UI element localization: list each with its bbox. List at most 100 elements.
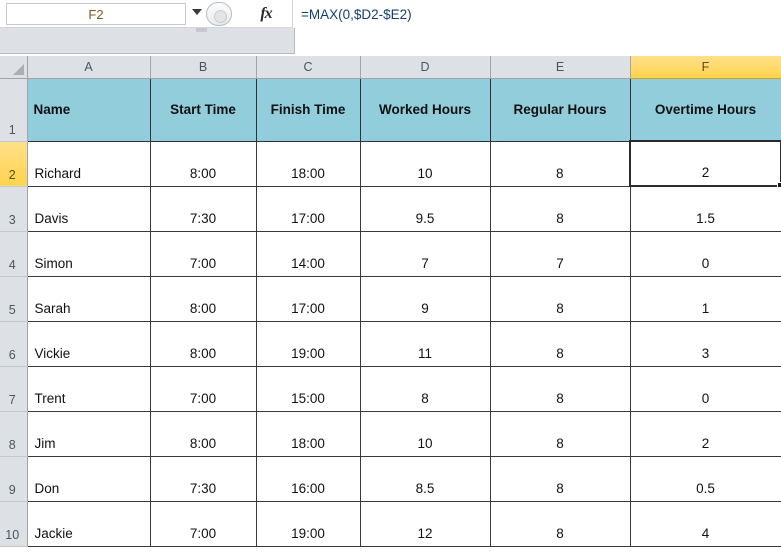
cell-b7[interactable]: 7:00 (149, 365, 257, 412)
fx-icon[interactable]: fx (260, 5, 272, 23)
column-title-worked-hours: Worked Hours (359, 77, 491, 142)
column-header-f[interactable]: F (630, 56, 781, 79)
cell-c9[interactable]: 16:00 (255, 455, 361, 502)
table-row: 7 Trent 7:00 15:00 8 8 0 (0, 365, 781, 412)
cell-d9[interactable]: 8.5 (359, 455, 491, 502)
cell-b8[interactable]: 8:00 (149, 410, 257, 457)
formula-input[interactable]: =MAX(0,$D2-$E2) (292, 0, 781, 28)
table-row: 3 Davis 7:30 17:00 9.5 8 1.5 (0, 185, 781, 232)
table-row: 10 Jackie 7:00 19:00 12 8 4 (0, 500, 781, 547)
row-header-2[interactable]: 2 (0, 141, 28, 187)
cell-c4[interactable]: 14:00 (255, 230, 361, 277)
column-header-row: A B C D E F (0, 56, 781, 79)
column-header-c[interactable]: C (256, 56, 361, 79)
cell-d5[interactable]: 9 (359, 275, 491, 322)
cell-b9[interactable]: 7:30 (149, 455, 257, 502)
column-header-d[interactable]: D (360, 56, 491, 79)
cell-c8[interactable]: 18:00 (255, 410, 361, 457)
row-header-4[interactable]: 4 (0, 231, 28, 277)
cell-a4[interactable]: Simon (26, 230, 151, 277)
cell-f10[interactable]: 4 (629, 500, 781, 547)
formula-bar-area: F2 fx =MAX(0,$D2-$E2) (0, 0, 781, 56)
cell-d6[interactable]: 11 (359, 320, 491, 367)
column-title-overtime-hours: Overtime Hours (629, 77, 781, 142)
cell-e9[interactable]: 8 (489, 455, 631, 502)
cell-d4[interactable]: 7 (359, 230, 491, 277)
column-title-finish-time: Finish Time (255, 77, 361, 142)
cell-f4[interactable]: 0 (629, 230, 781, 277)
insert-function-button[interactable] (206, 2, 232, 26)
cell-a5[interactable]: Sarah (26, 275, 151, 322)
row-header-9[interactable]: 9 (0, 456, 28, 502)
cell-e5[interactable]: 8 (489, 275, 631, 322)
row-header-8[interactable]: 8 (0, 411, 28, 457)
cell-b6[interactable]: 8:00 (149, 320, 257, 367)
cell-e4[interactable]: 7 (489, 230, 631, 277)
cell-a10[interactable]: Jackie (26, 500, 151, 547)
column-title-start-time: Start Time (149, 77, 257, 142)
table-row: 5 Sarah 8:00 17:00 9 8 1 (0, 275, 781, 322)
cell-e2[interactable]: 8 (489, 140, 631, 187)
column-header-e[interactable]: E (490, 56, 631, 79)
name-box-container: F2 (0, 0, 240, 28)
cell-c5[interactable]: 17:00 (255, 275, 361, 322)
cell-d10[interactable]: 12 (359, 500, 491, 547)
cell-b4[interactable]: 7:00 (149, 230, 257, 277)
cell-d3[interactable]: 9.5 (359, 185, 491, 232)
row-header-10[interactable]: 10 (0, 501, 28, 547)
cell-f6[interactable]: 3 (629, 320, 781, 367)
cell-f9[interactable]: 0.5 (629, 455, 781, 502)
cell-b10[interactable]: 7:00 (149, 500, 257, 547)
cell-e10[interactable]: 8 (489, 500, 631, 547)
cell-d8[interactable]: 10 (359, 410, 491, 457)
row-header-7[interactable]: 7 (0, 366, 28, 412)
formula-bar-expander (0, 28, 295, 54)
row-header-1[interactable]: 1 (0, 78, 28, 142)
fill-handle[interactable] (777, 182, 781, 188)
cell-f5[interactable]: 1 (629, 275, 781, 322)
cell-a8[interactable]: Jim (26, 410, 151, 457)
column-header-a[interactable]: A (27, 56, 151, 79)
column-title-regular-hours: Regular Hours (489, 77, 631, 142)
cell-b3[interactable]: 7:30 (149, 185, 257, 232)
cell-f7[interactable]: 0 (629, 365, 781, 412)
row-header-5[interactable]: 5 (0, 276, 28, 322)
row-header-3[interactable]: 3 (0, 186, 28, 232)
name-box[interactable]: F2 (6, 3, 186, 25)
table-row: 6 Vickie 8:00 19:00 11 8 3 (0, 320, 781, 367)
row-header-6[interactable]: 6 (0, 321, 28, 367)
worksheet-table: A B C D E F 1 Name Start Time Finish Tim… (0, 56, 781, 547)
cell-e8[interactable]: 8 (489, 410, 631, 457)
chevron-down-icon[interactable] (192, 9, 202, 15)
cell-a7[interactable]: Trent (26, 365, 151, 412)
cell-a2[interactable]: Richard (26, 140, 151, 187)
cell-a9[interactable]: Don (26, 455, 151, 502)
select-all-corner-icon[interactable] (0, 56, 28, 79)
select-all-triangle-icon (12, 63, 24, 75)
cell-b2[interactable]: 8:00 (149, 140, 257, 187)
cell-f3[interactable]: 1.5 (629, 185, 781, 232)
table-header-row: 1 Name Start Time Finish Time Worked Hou… (0, 77, 781, 142)
cell-b5[interactable]: 8:00 (149, 275, 257, 322)
cell-c6[interactable]: 19:00 (255, 320, 361, 367)
cell-e7[interactable]: 8 (489, 365, 631, 412)
cell-e6[interactable]: 8 (489, 320, 631, 367)
cell-c10[interactable]: 19:00 (255, 500, 361, 547)
cell-c3[interactable]: 17:00 (255, 185, 361, 232)
cell-f2[interactable]: 2 (629, 140, 781, 188)
cell-f2-value: 2 (701, 165, 710, 180)
spreadsheet-grid: A B C D E F 1 Name Start Time Finish Tim… (0, 56, 781, 555)
cell-a6[interactable]: Vickie (26, 320, 151, 367)
fx-icon-container: fx (240, 0, 292, 28)
table-row: 9 Don 7:30 16:00 8.5 8 0.5 (0, 455, 781, 502)
cell-a3[interactable]: Davis (26, 185, 151, 232)
cell-d7[interactable]: 8 (359, 365, 491, 412)
column-header-b[interactable]: B (150, 56, 257, 79)
cell-e3[interactable]: 8 (489, 185, 631, 232)
cell-c2[interactable]: 18:00 (255, 140, 361, 187)
cell-f8[interactable]: 2 (629, 410, 781, 457)
table-row: 8 Jim 8:00 18:00 10 8 2 (0, 410, 781, 457)
table-row: 4 Simon 7:00 14:00 7 7 0 (0, 230, 781, 277)
cell-c7[interactable]: 15:00 (255, 365, 361, 412)
cell-d2[interactable]: 10 (359, 140, 491, 187)
